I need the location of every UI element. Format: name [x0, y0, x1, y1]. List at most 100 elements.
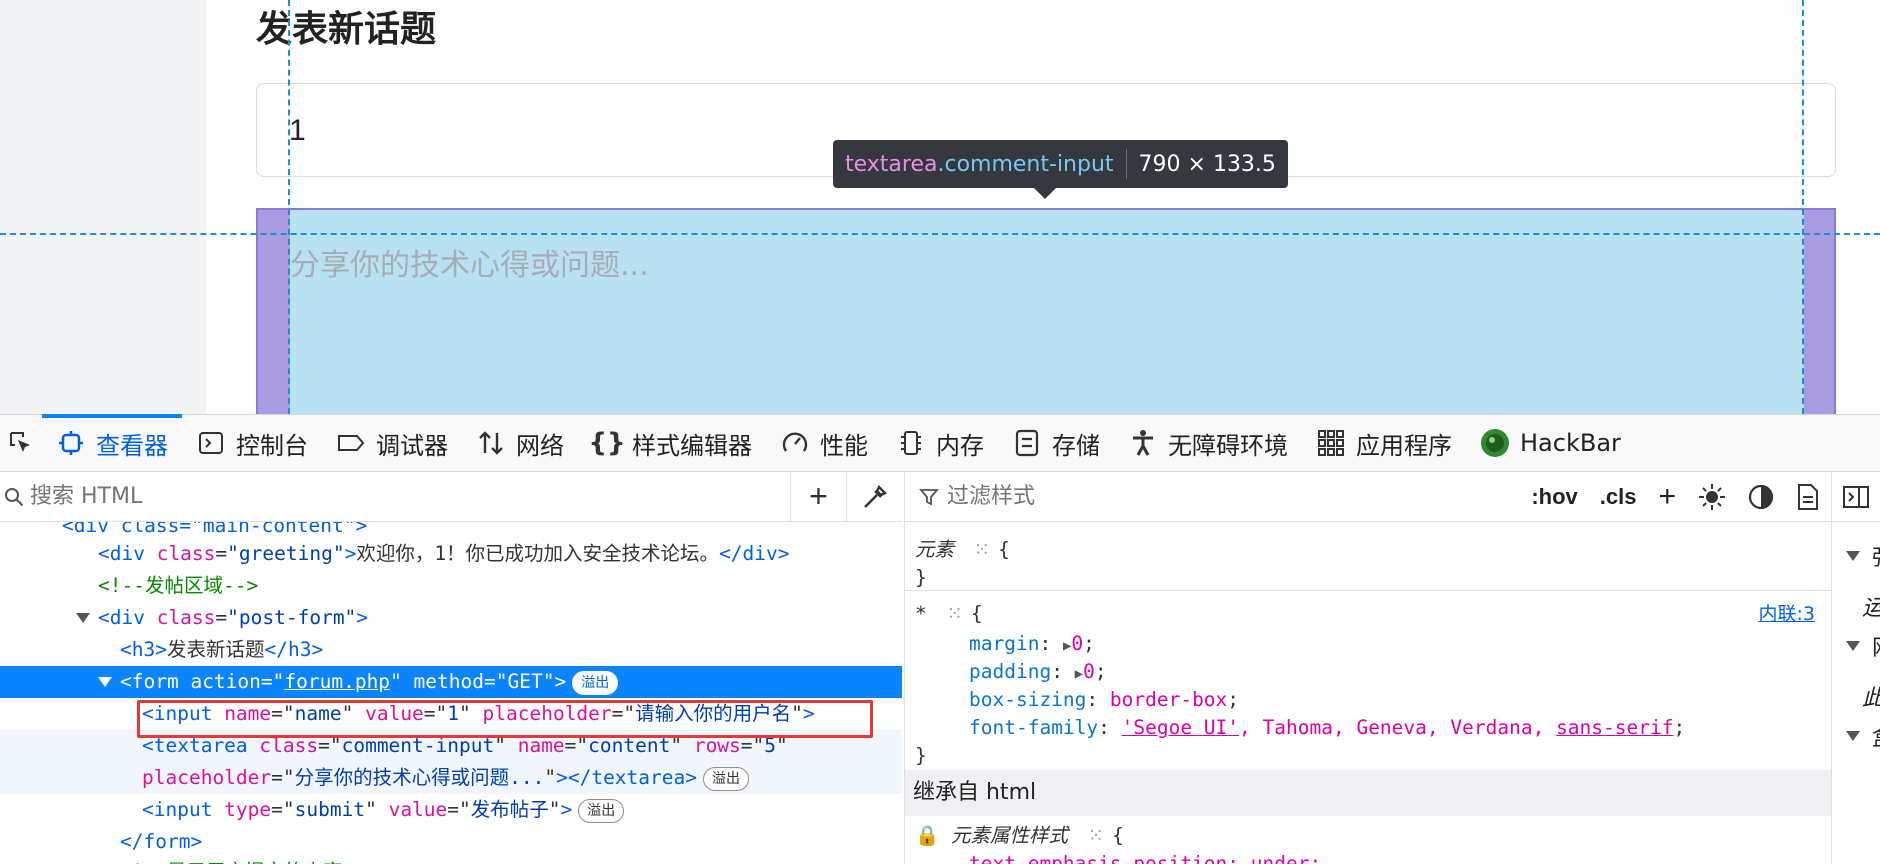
grid-icon[interactable]: ⁙	[1088, 824, 1104, 847]
markup-line-textarea[interactable]: <textarea class="comment-input" name="co…	[0, 730, 902, 794]
add-node-button[interactable]: +	[790, 471, 846, 522]
sidebar-section-header[interactable]: 盒	[1832, 716, 1880, 756]
comment-textarea-highlight[interactable]: 分享你的技术心得或问题...	[256, 208, 1836, 414]
sidebar-toggle-button[interactable]	[1831, 472, 1880, 522]
tab-inspector[interactable]: 查看器	[42, 414, 182, 472]
search-html-input[interactable]	[30, 484, 730, 509]
tab-style-editor[interactable]: {} 样式编辑器	[578, 414, 766, 472]
tab-label: 性能	[820, 431, 868, 460]
tab-storage[interactable]: 存储	[998, 414, 1114, 472]
expand-triangle-icon[interactable]: ▶	[1075, 666, 1083, 682]
sun-icon	[1699, 483, 1725, 510]
hov-toggle-button[interactable]: :hov	[1520, 472, 1588, 522]
sidebar-section-header[interactable]: 强	[1832, 536, 1880, 576]
markup-line-submit[interactable]: <input type="submit" value="发布帖子"> 溢出	[0, 794, 902, 826]
tab-accessibility[interactable]: 无障碍环境	[1114, 414, 1302, 472]
font-value[interactable]: 'Segoe UI'	[1122, 716, 1239, 739]
markup-line-greeting[interactable]: <div class="greeting">欢迎你，1！你已成功加入安全技术论坛…	[0, 538, 902, 570]
hackbar-icon	[1480, 428, 1510, 458]
section-label: 网	[1872, 630, 1880, 662]
overflow-badge[interactable]: 溢出	[572, 670, 619, 695]
eyedropper-button[interactable]	[846, 471, 902, 522]
font-value: Tahoma	[1262, 716, 1333, 739]
tab-hackbar[interactable]: HackBar	[1466, 414, 1635, 472]
prop-name: box-sizing	[969, 688, 1087, 711]
page-heading: 发表新话题	[256, 9, 437, 50]
cls-toggle-button[interactable]: .cls	[1589, 472, 1648, 522]
tab-console[interactable]: 控制台	[182, 414, 322, 472]
tab-debugger[interactable]: 调试器	[322, 414, 462, 472]
prop-name: margin	[969, 632, 1040, 655]
display-comment: <!--显示用户提交的内容-->	[120, 856, 378, 864]
form-method: GET	[507, 670, 543, 693]
expand-twisty-icon[interactable]	[76, 613, 90, 623]
rule-declaration[interactable]: box-sizing: border-box;	[969, 686, 1831, 714]
grid-icon[interactable]: ⁙	[974, 538, 990, 561]
sidebar-section-header[interactable]: 网	[1832, 626, 1880, 666]
filter-styles-input[interactable]	[947, 484, 1347, 509]
markup-line-form-selected[interactable]: <form action="forum.php" method="GET"> 溢出	[0, 666, 902, 698]
markup-view: <div class="main-content"> <div class="g…	[0, 522, 902, 864]
inspector-icon	[56, 428, 86, 458]
tab-label: 存储	[1052, 431, 1100, 460]
rule-declaration[interactable]: margin: ▶0;	[969, 630, 1831, 658]
tab-application[interactable]: 应用程序	[1302, 414, 1466, 472]
style-editor-icon: {}	[588, 428, 626, 458]
tab-label: 应用程序	[1356, 431, 1452, 460]
accessibility-icon	[1128, 428, 1158, 458]
attr-style-label: 元素属性样式	[951, 824, 1069, 847]
section-label: 盒	[1872, 720, 1880, 752]
rule-declaration[interactable]: padding: ▶0;	[969, 658, 1831, 686]
rules-view: 元素 ⁙{ } * ⁙{ 内联:3 margin: ▶0; padding: ▶…	[904, 522, 1831, 864]
infobar-tag: textarea	[845, 151, 938, 177]
network-icon	[476, 428, 506, 458]
rule-source-link[interactable]: 内联:3	[1759, 600, 1816, 628]
overflow-badge[interactable]: 溢出	[703, 766, 749, 791]
screen: 发表新话题 1 分享你的技术心得或问题... textarea .comment-…	[0, 0, 1880, 864]
rule-declaration-font-family[interactable]: font-family: 'Segoe UI', Tahoma, Geneva,…	[969, 714, 1831, 742]
markup-line-post-form[interactable]: <div class="post-form">	[0, 602, 902, 634]
section-label: 强	[1872, 540, 1880, 572]
page-viewport: 发表新话题 1 分享你的技术心得或问题... textarea .comment-…	[0, 0, 1880, 414]
highlight-annotation-box	[137, 700, 873, 738]
performance-icon	[780, 428, 810, 458]
collapse-triangle-icon	[1846, 551, 1860, 561]
rule-declaration-partial[interactable]: text-emphasis-position: under;	[969, 850, 1831, 864]
expand-twisty-icon[interactable]	[98, 677, 112, 687]
inherited-from-header: 继承自 html	[905, 770, 1831, 816]
rule-close-brace: }	[915, 744, 927, 767]
prop-value: 0	[1071, 632, 1084, 655]
light-theme-button[interactable]	[1687, 472, 1737, 522]
add-rule-button[interactable]: +	[1647, 472, 1687, 522]
infobar-separator	[1125, 149, 1127, 179]
prop-value: 0	[1083, 660, 1095, 683]
form-action[interactable]: forum.php	[284, 670, 390, 693]
overflow-badge[interactable]: 溢出	[578, 798, 625, 823]
markup-line-form-close[interactable]: </form>	[0, 826, 902, 858]
submit-value-attr: 发布帖子	[470, 798, 549, 821]
grid-icon[interactable]: ⁙	[947, 602, 963, 625]
eyedropper-icon	[863, 484, 887, 508]
markup-line-comment-2[interactable]: <!--显示用户提交的内容-->	[0, 856, 902, 864]
tab-label: 网络	[516, 431, 564, 460]
rule-divider	[905, 590, 1831, 591]
html-search	[0, 484, 790, 509]
markup-line-comment[interactable]: <!--发帖区域-->	[0, 570, 902, 602]
print-media-button[interactable]	[1785, 472, 1831, 522]
tab-network[interactable]: 网络	[462, 414, 578, 472]
rule-element-selector: 元素 ⁙{	[915, 538, 1010, 561]
guide-line-horizontal	[0, 233, 1880, 235]
contrast-icon	[1748, 484, 1774, 509]
font-value[interactable]: sans-serif	[1556, 716, 1673, 739]
element-picker-icon[interactable]	[0, 414, 42, 472]
dark-theme-button[interactable]	[1737, 472, 1785, 522]
tab-memory[interactable]: 内存	[882, 414, 998, 472]
tab-label: HackBar	[1520, 429, 1621, 457]
guide-line-vertical-right	[1802, 0, 1804, 414]
tab-label: 查看器	[96, 431, 168, 460]
devtools-toolbar: 查看器 控制台 调试器 网络 {} 样式编辑器 性能 内存 存储 无障碍环境 应…	[0, 414, 1880, 472]
markup-line-h3[interactable]: <h3>发表新话题</h3>	[0, 634, 902, 666]
console-icon	[196, 428, 226, 458]
tab-performance[interactable]: 性能	[766, 414, 882, 472]
tab-label: 内存	[936, 431, 984, 460]
